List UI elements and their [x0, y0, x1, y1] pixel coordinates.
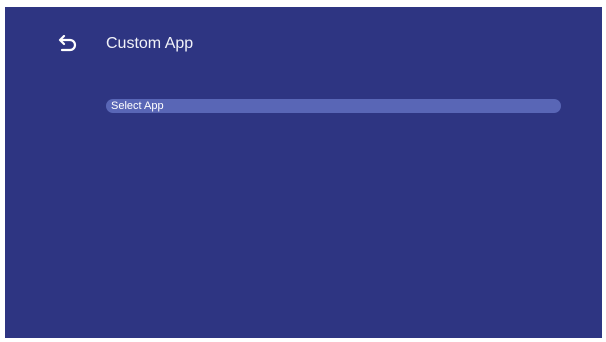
- custom-app-screen: Custom App Select App: [5, 7, 602, 338]
- back-button[interactable]: [55, 33, 81, 55]
- select-app-item[interactable]: Select App: [106, 99, 561, 113]
- page-title: Custom App: [106, 35, 194, 52]
- select-app-label: Select App: [111, 100, 164, 112]
- back-arrow-icon: [58, 35, 78, 53]
